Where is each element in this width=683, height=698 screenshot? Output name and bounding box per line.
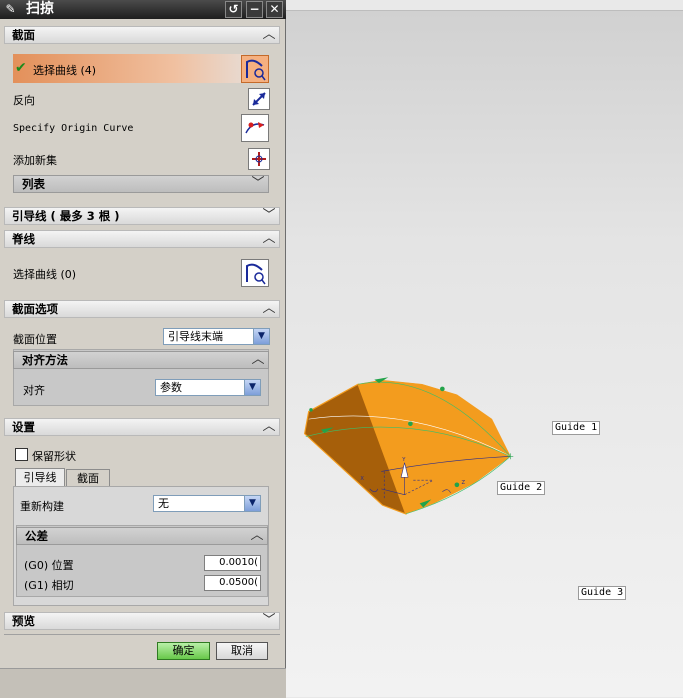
section-group-title: 截面 [12,28,35,42]
spine-select-curve-label: 选择曲线 (0) [13,268,77,281]
select-curve-label: 选择曲线 (4) [33,64,97,77]
wrench-icon: ✎ [5,2,16,16]
guide-label-1: Guide 1 [552,421,601,435]
reverse-direction-button[interactable] [248,88,270,110]
axis-label-x: X [360,476,364,482]
spine-group-title: 脊线 [12,232,35,246]
align-method-title: 对齐方法 [22,353,68,367]
dropdown-arrow-icon: ▼ [244,380,260,395]
chevron-up-icon: ︿ [251,352,265,367]
section-position-label: 截面位置 [13,333,57,346]
keep-shape-label: 保留形状 [32,450,76,463]
preview-header[interactable]: 预览 ﹀ [4,612,280,630]
sweep-dialog: ✎ 扫掠 ↺ − ✕ 截面 ︿ ✔ 选择曲线 (4) 反向 Specify Or… [0,0,286,698]
preview-title: 预览 [12,614,35,628]
corner-point-1 [309,408,313,412]
select-curve-button[interactable] [241,55,269,83]
guide-label-3: Guide 3 [578,586,627,600]
spine-group-header[interactable]: 脊线 ︿ [4,230,280,248]
guide-point-2 [408,421,413,427]
align-label: 对齐 [23,384,45,397]
settings-title: 设置 [12,420,35,434]
specify-origin-curve-label: Specify Origin Curve [13,123,134,134]
chevron-down-icon: ﹀ [251,176,265,191]
g0-position-input[interactable]: 0.0010( [204,555,261,571]
guide-point-1 [440,386,445,392]
section-position-dropdown[interactable]: 引导线末端 ▼ [163,328,270,345]
tolerance-title: 公差 [25,529,48,543]
close-button[interactable]: ✕ [266,1,283,18]
axis-label-z: Z [462,480,466,486]
reset-button[interactable]: ↺ [225,1,242,18]
tab-section[interactable]: 截面 [66,469,110,487]
dropdown-arrow-icon: ▼ [253,329,269,344]
origin-curve-icon [245,122,265,134]
add-set-icon [252,152,266,166]
cancel-button-label: 取消 [231,644,253,657]
curve-select-icon [246,263,266,285]
checkmark-icon: ✔ [15,60,27,76]
g1-tangent-input[interactable]: 0.0500( [204,575,261,591]
add-new-set-button[interactable] [248,148,270,170]
guide-label-2: Guide 2 [497,481,546,495]
dialog-footer-divider [4,634,280,635]
section-position-value: 引导线末端 [168,330,223,343]
list-subsection-header[interactable]: 列表 ﹀ [13,175,269,193]
dropdown-arrow-icon: ▼ [244,496,260,511]
align-value: 参数 [160,381,182,394]
section-options-title: 截面选项 [12,302,58,316]
guide-group-header[interactable]: 引导线 ( 最多 3 根 ) ﹀ [4,207,280,225]
rebuild-dropdown[interactable]: 无 ▼ [153,495,261,512]
list-subsection-title: 列表 [22,177,45,191]
guide-group-title: 引导线 ( 最多 3 根 ) [12,209,120,223]
ok-button-label: 确定 [172,644,195,657]
chevron-down-icon: ﹀ [262,208,276,223]
g1-tangent-value: 0.0500( [219,577,258,588]
minimize-button[interactable]: − [246,1,263,18]
chevron-down-icon: ﹀ [262,613,276,628]
guide-point-3 [454,482,460,488]
tab-section-label: 截面 [77,472,99,485]
dialog-bottom-bar [0,668,286,698]
g0-position-label: (G0) 位置 [24,559,74,572]
align-dropdown[interactable]: 参数 ▼ [155,379,261,396]
section-options-header[interactable]: 截面选项 ︿ [4,300,280,318]
rebuild-value: 无 [158,497,169,510]
dialog-titlebar[interactable]: ✎ 扫掠 ↺ − ✕ [0,0,286,19]
chevron-up-icon: ︿ [262,27,276,42]
tab-guide[interactable]: 引导线 [15,468,65,487]
chevron-up-icon: ︿ [250,528,264,543]
add-new-set-label: 添加新集 [13,154,57,167]
spine-select-curve-button[interactable] [241,259,269,287]
tolerance-header[interactable]: 公差 ︿ [16,527,268,545]
section-group-header[interactable]: 截面 ︿ [4,26,280,44]
tab-guide-label: 引导线 [23,471,57,484]
chevron-up-icon: ︿ [262,231,276,246]
keep-shape-checkbox[interactable] [15,448,28,461]
rebuild-label: 重新构建 [20,500,64,513]
chevron-up-icon: ︿ [262,301,276,316]
reverse-label: 反向 [13,94,35,107]
chevron-up-icon: ︿ [262,419,276,434]
settings-header[interactable]: 设置 ︿ [4,418,280,436]
curve-select-icon [246,59,266,81]
dialog-title: 扫掠 [26,1,54,17]
reverse-arrows-icon [252,92,266,106]
g0-position-value: 0.0010( [219,557,258,568]
g1-tangent-label: (G1) 相切 [24,579,74,592]
align-method-header[interactable]: 对齐方法 ︿ [13,351,269,369]
specify-origin-curve-button[interactable] [241,114,269,142]
ok-button[interactable]: 确定 [157,642,210,660]
cancel-button[interactable]: 取消 [216,642,268,660]
